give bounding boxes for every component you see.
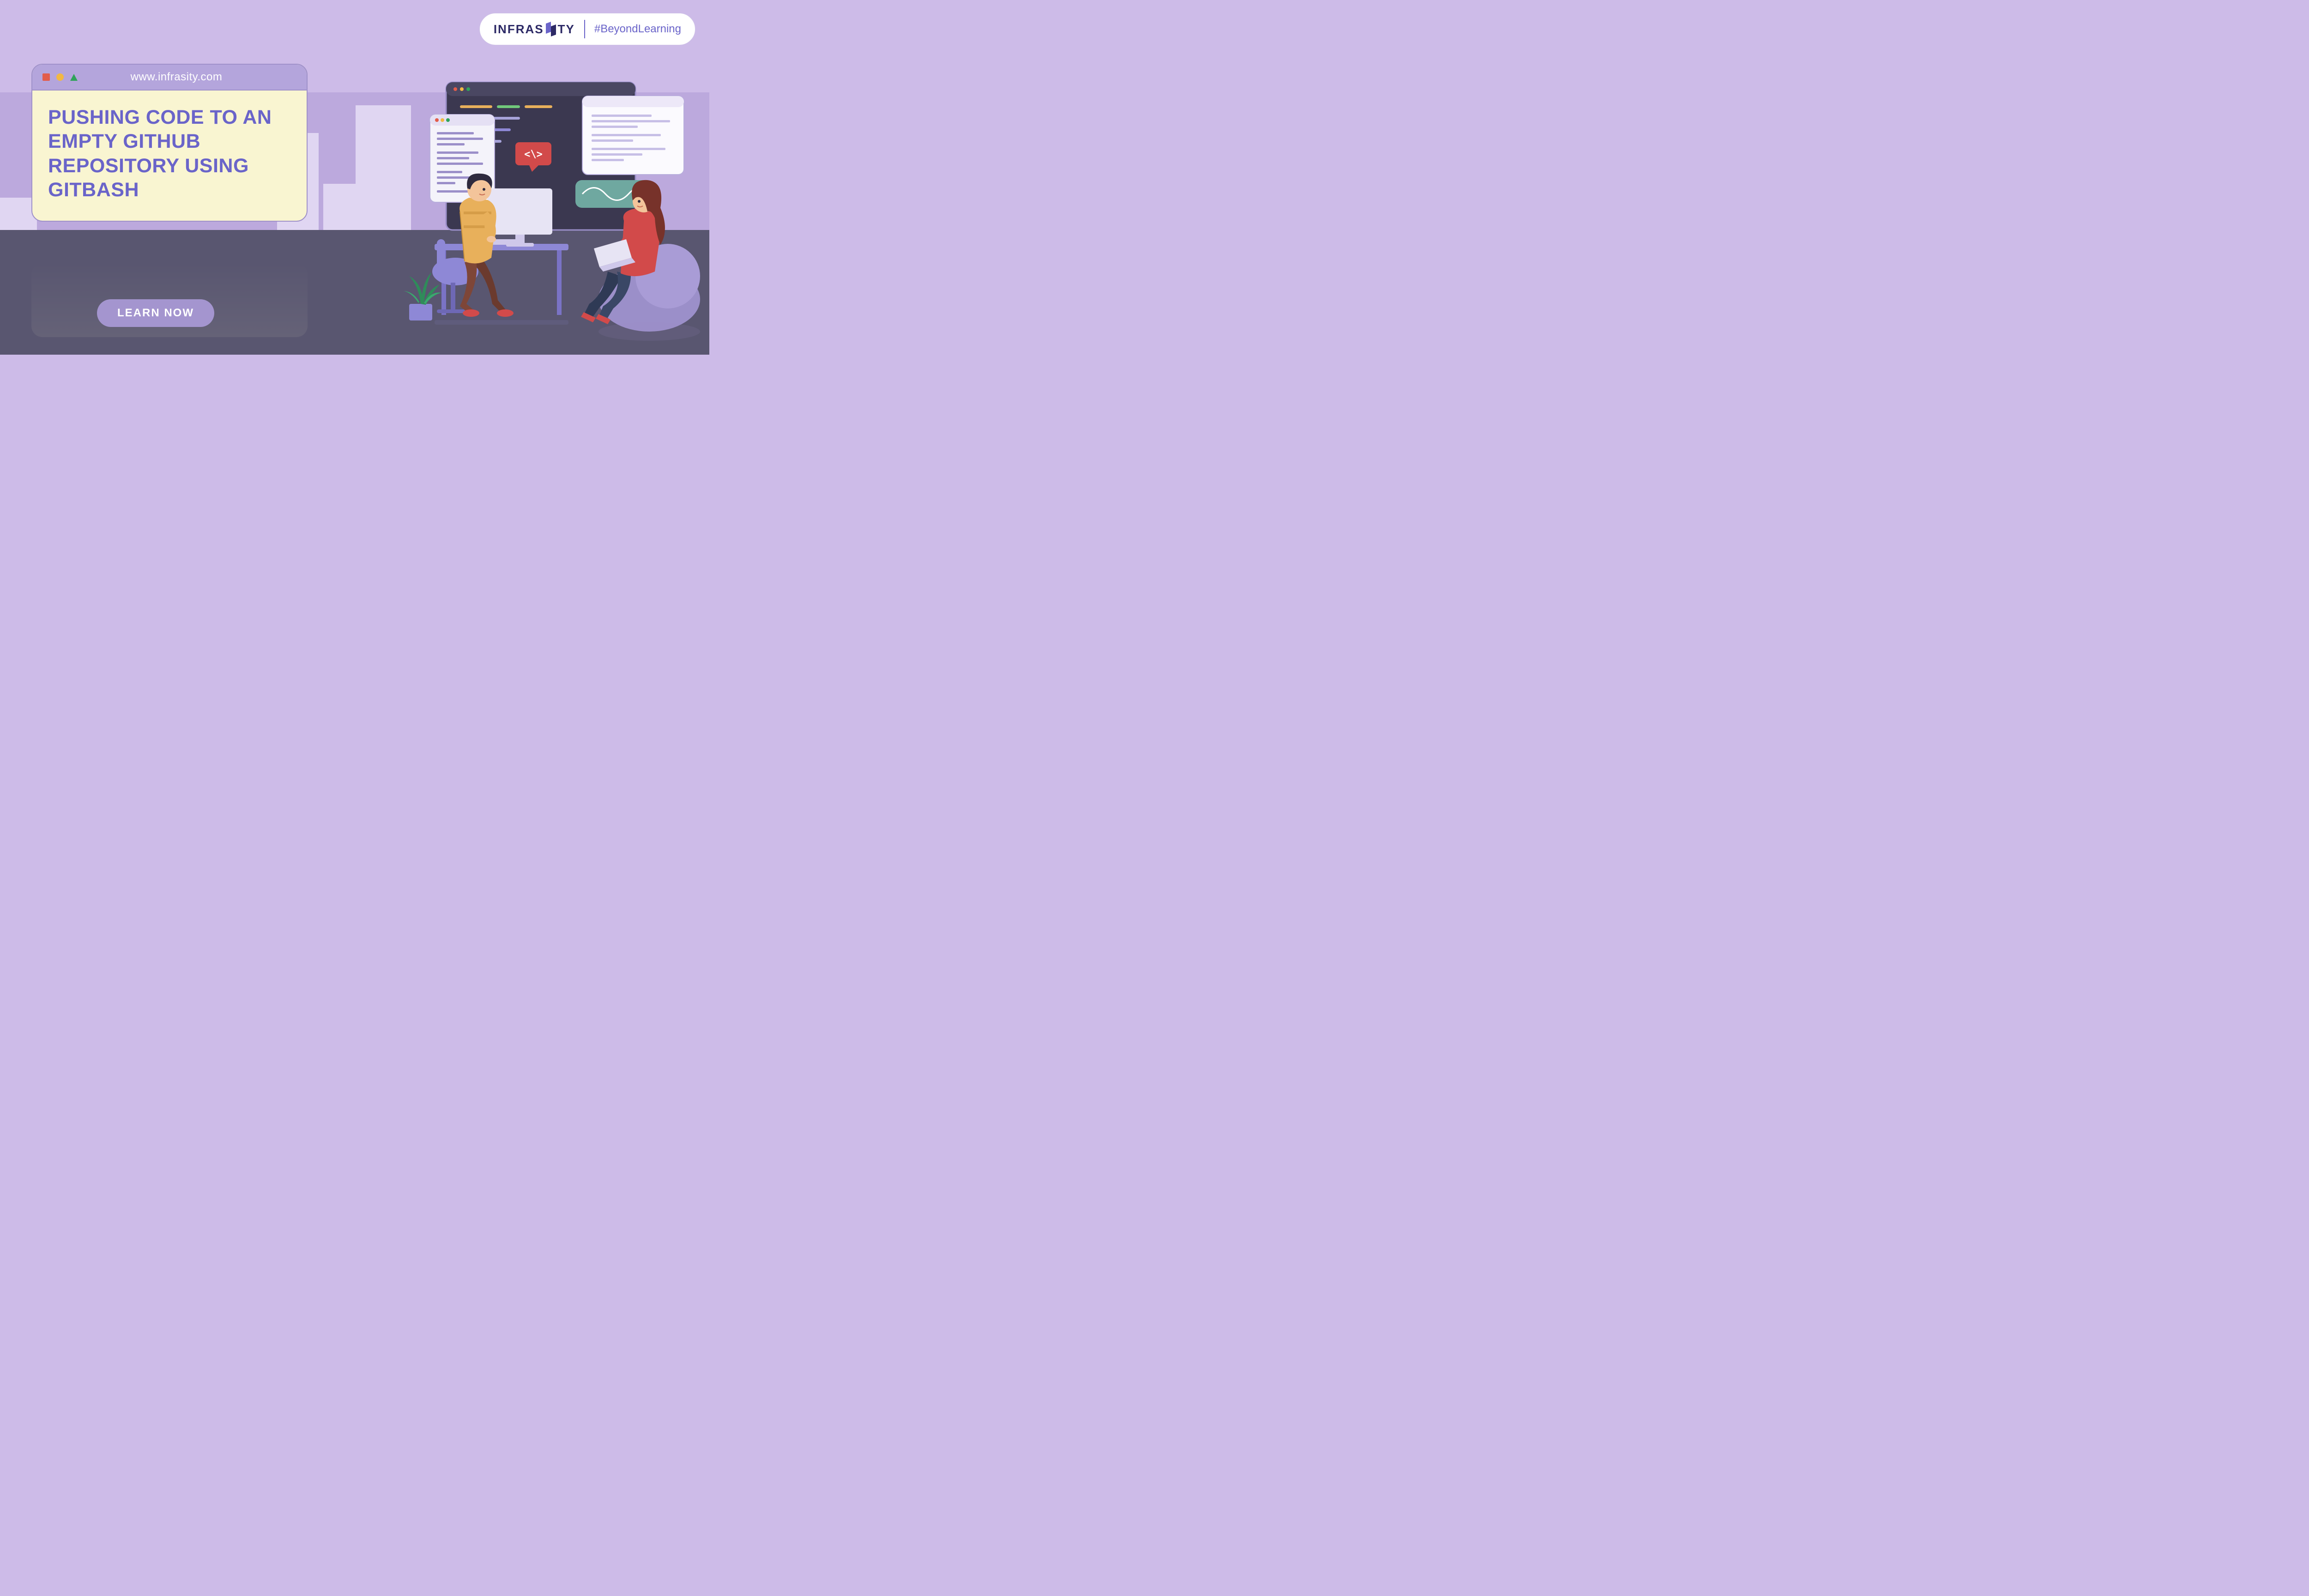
window-close-icon — [42, 73, 50, 81]
plant — [404, 272, 441, 320]
brand-tagline: #BeyondLearning — [594, 23, 681, 36]
bg-building — [323, 184, 356, 230]
svg-text:<\>: <\> — [524, 149, 543, 160]
brand-name-left: INFRAS — [494, 22, 544, 36]
brand-logo: INFRAS TY — [494, 22, 575, 36]
card-headline: PUSHING CODE TO AN EMPTY GITHUB REPOSITO… — [48, 105, 291, 202]
hero-card: www.infrasity.com PUSHING CODE TO AN EMP… — [31, 64, 308, 222]
brand-divider — [584, 20, 585, 38]
brand-name-right: TY — [558, 22, 575, 36]
developer-illustration: <\> — [391, 73, 705, 341]
learn-now-button[interactable]: LEARN NOW — [97, 299, 214, 327]
card-url: www.infrasity.com — [56, 71, 296, 84]
brand-logomark-icon — [545, 22, 557, 36]
brand-badge: INFRAS TY #BeyondLearning — [479, 13, 695, 45]
card-titlebar: www.infrasity.com — [32, 65, 307, 91]
card-content: PUSHING CODE TO AN EMPTY GITHUB REPOSITO… — [32, 91, 307, 221]
